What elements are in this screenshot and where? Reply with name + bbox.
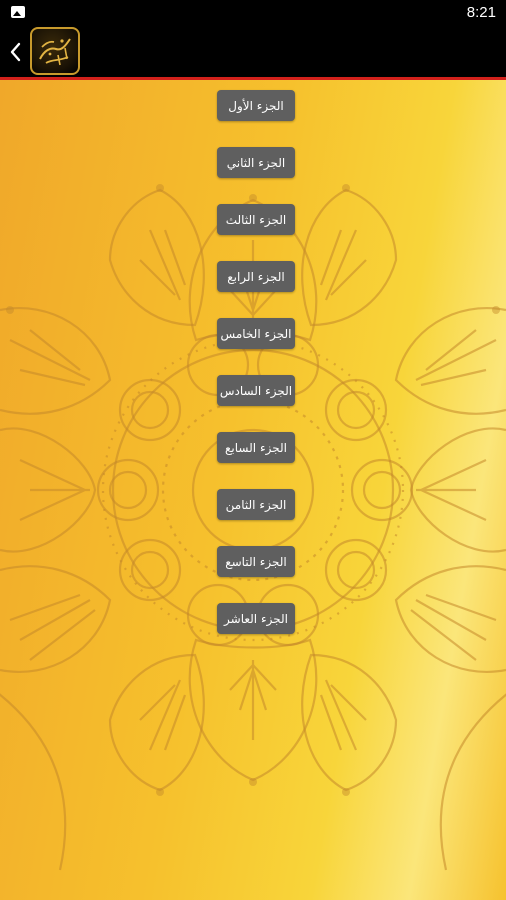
part-7-button[interactable]: الجزء السابع: [217, 432, 295, 463]
part-9-button[interactable]: الجزء التاسع: [217, 546, 295, 577]
status-time: 8:21: [466, 4, 496, 21]
part-8-button[interactable]: الجزء الثامن: [217, 489, 295, 520]
back-button[interactable]: [4, 37, 28, 67]
part-10-button[interactable]: الجزء العاشر: [217, 603, 295, 634]
content-area: الجزء الأول الجزء الثاني الجزء الثالث ال…: [0, 80, 506, 900]
part-1-button[interactable]: الجزء الأول: [217, 90, 295, 121]
part-2-button[interactable]: الجزء الثاني: [217, 147, 295, 178]
image-icon: [11, 6, 25, 18]
app-logo[interactable]: [30, 27, 80, 75]
part-5-button[interactable]: الجزء الخامس: [217, 318, 295, 349]
chevron-left-icon: [10, 42, 21, 62]
part-6-button[interactable]: الجزء السادس: [217, 375, 295, 406]
part-4-button[interactable]: الجزء الرابع: [217, 261, 295, 292]
part-3-button[interactable]: الجزء الثالث: [217, 204, 295, 235]
calligraphy-logo-icon: [39, 38, 71, 66]
app-bar: [0, 27, 506, 80]
status-bar: 8:21: [0, 0, 506, 27]
